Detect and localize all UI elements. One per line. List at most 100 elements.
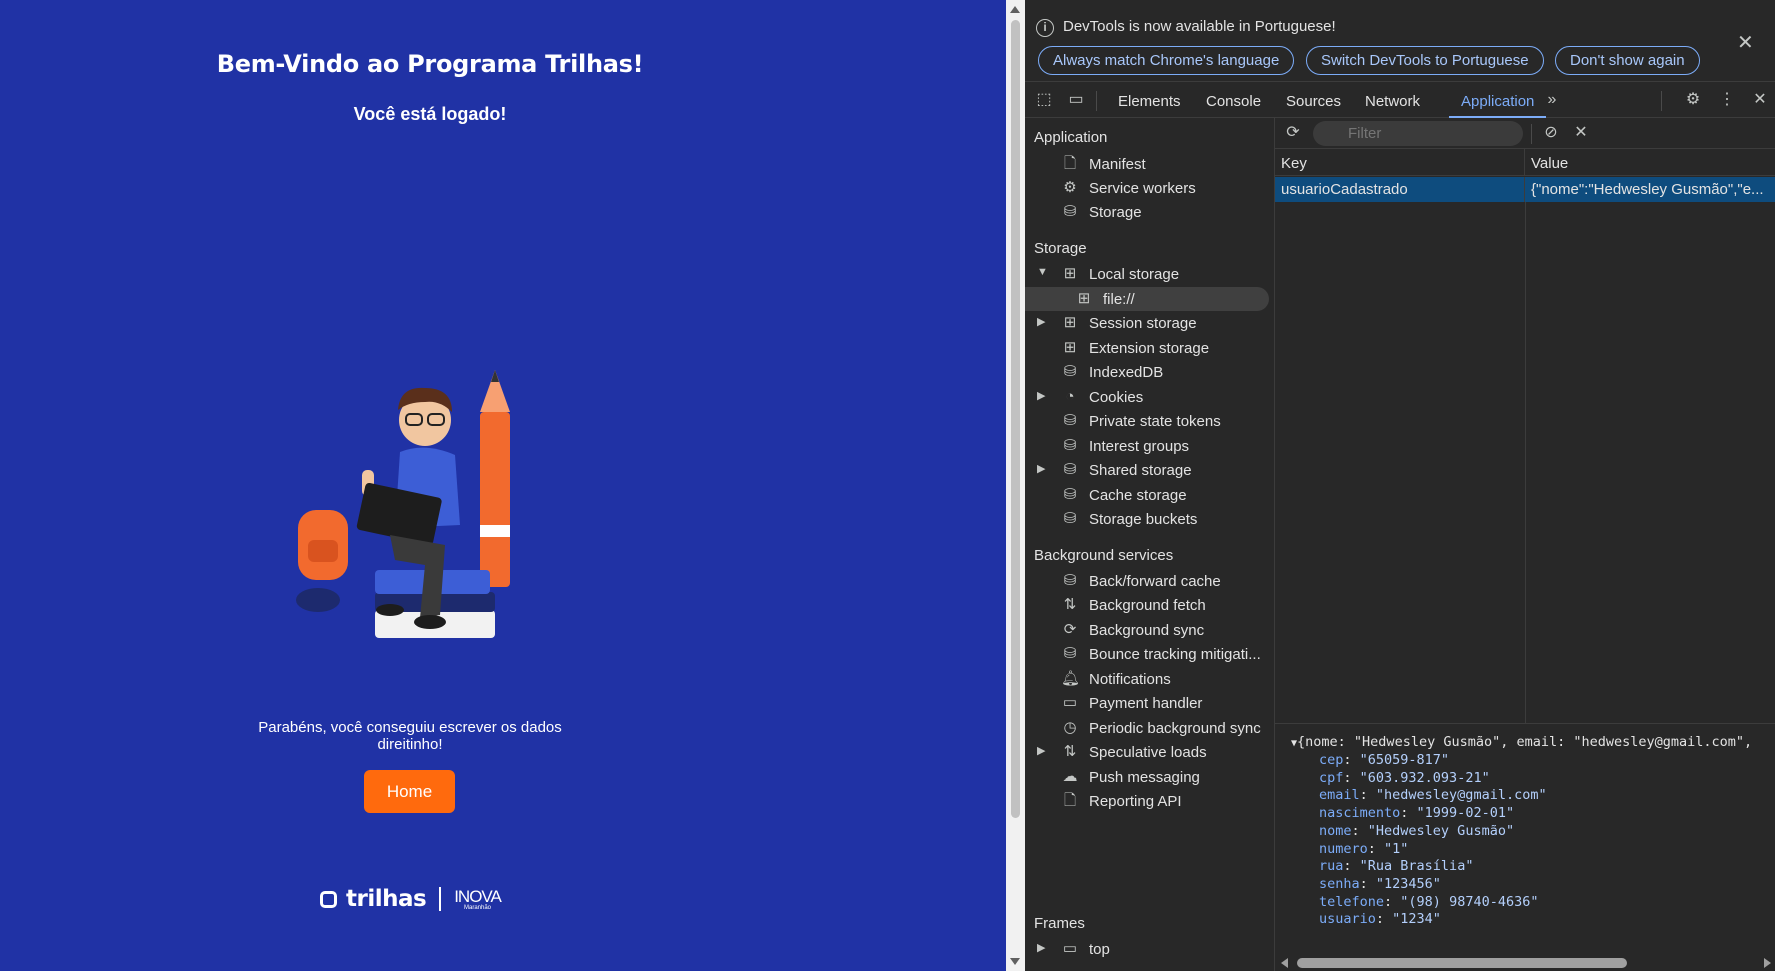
tab-elements[interactable]: Elements xyxy=(1118,83,1181,118)
sync-icon: ⟳ xyxy=(1063,621,1077,638)
column-header-key[interactable]: Key xyxy=(1275,149,1525,176)
preview-field: nome: "Hedwesley Gusmão" xyxy=(1319,822,1515,839)
sidebar-item-cookies[interactable]: ▶ ◔ Cookies xyxy=(1025,385,1269,409)
sidebar-item-back-forward-cache[interactable]: ⛁ Back/forward cache xyxy=(1025,569,1269,593)
sidebar-item-interest-groups[interactable]: ⛁ Interest groups xyxy=(1025,434,1269,458)
trilhas-page: Bem-Vindo ao Programa Trilhas! Você está… xyxy=(0,0,1006,971)
scroll-up-arrow-icon[interactable] xyxy=(1010,6,1020,13)
up-down-arrows-icon: ⇅ xyxy=(1063,743,1077,760)
switch-language-button[interactable]: Switch DevTools to Portuguese xyxy=(1306,46,1544,75)
sidebar-item-bounce-tracking[interactable]: ⛁ Bounce tracking mitigati... xyxy=(1025,642,1269,666)
refresh-icon[interactable]: ⟳ xyxy=(1284,124,1302,142)
more-tabs-chevron-icon[interactable]: » xyxy=(1543,91,1561,109)
sidebar-item-reporting-api[interactable]: 🗋 Reporting API xyxy=(1025,789,1269,813)
info-icon: i xyxy=(1036,19,1054,37)
preview-object-summary[interactable]: ▼{nome: "Hedwesley Gusmão", email: "hedw… xyxy=(1291,734,1752,750)
table-icon: ⊞ xyxy=(1063,265,1077,282)
preview-horizontal-scrollbar[interactable] xyxy=(1275,955,1775,971)
clock-icon: ◷ xyxy=(1063,719,1077,736)
sidebar-item-shared-storage[interactable]: ▶ ⛁ Shared storage xyxy=(1025,458,1269,482)
more-options-icon[interactable]: ⋮ xyxy=(1718,91,1736,109)
application-sidebar: Application 🗋 Manifest ⚙ Service workers ⛁… xyxy=(1025,118,1275,971)
preview-field-value: "123456" xyxy=(1375,875,1441,892)
tab-application[interactable]: Application xyxy=(1449,83,1547,118)
preview-field: rua: "Rua Brasília" xyxy=(1319,858,1474,875)
collapsed-triangle-icon[interactable]: ▶ xyxy=(1037,744,1045,757)
sidebar-item-private-state-tokens[interactable]: ⛁ Private state tokens xyxy=(1025,409,1269,433)
collapsed-triangle-icon[interactable]: ▶ xyxy=(1037,941,1045,954)
tab-console[interactable]: Console xyxy=(1206,83,1261,118)
delete-selected-icon[interactable]: ✕ xyxy=(1572,124,1590,142)
page-scrollbar[interactable] xyxy=(1006,0,1025,971)
database-icon: ⛁ xyxy=(1063,412,1077,429)
sidebar-item-session-storage[interactable]: ▶ ⊞ Session storage xyxy=(1025,311,1269,335)
sidebar-item-speculative-loads[interactable]: ▶ ⇅ Speculative loads xyxy=(1025,740,1269,764)
scroll-down-arrow-icon[interactable] xyxy=(1010,958,1020,965)
tab-divider xyxy=(1096,91,1097,111)
column-divider xyxy=(1525,202,1526,723)
sidebar-item-storage-buckets[interactable]: ⛁ Storage buckets xyxy=(1025,507,1269,531)
sidebar-item-local-storage[interactable]: ▼ ⊞ Local storage xyxy=(1025,262,1269,286)
sidebar-item-notifications[interactable]: 🔔︎ Notifications xyxy=(1025,667,1269,691)
sidebar-item-service-workers[interactable]: ⚙ Service workers xyxy=(1025,176,1269,200)
sidebar-item-storage[interactable]: ⛁ Storage xyxy=(1025,200,1269,224)
section-background-services: Background services xyxy=(1034,547,1174,564)
preview-field-key: nome xyxy=(1319,822,1352,839)
sidebar-item-push-messaging[interactable]: ☁ Push messaging xyxy=(1025,765,1269,789)
device-toolbar-icon[interactable]: ▭ xyxy=(1067,91,1085,109)
sidebar-item-cache-storage[interactable]: ⛁ Cache storage xyxy=(1025,483,1269,507)
close-devtools-icon[interactable]: ✕ xyxy=(1751,91,1769,109)
database-icon: ⛁ xyxy=(1063,461,1077,478)
congrats-message: Parabéns, você conseguiu escrever os dad… xyxy=(258,719,562,753)
scroll-thumb[interactable] xyxy=(1011,20,1020,818)
preview-field-key: cpf xyxy=(1319,769,1344,786)
preview-field-value: "1999-02-01" xyxy=(1416,805,1515,822)
expanded-triangle-icon[interactable]: ▼ xyxy=(1037,266,1048,278)
close-icon[interactable]: ✕ xyxy=(1737,30,1754,55)
row-key[interactable]: usuarioCadastrado xyxy=(1275,177,1525,202)
up-down-arrows-icon: ⇅ xyxy=(1063,596,1077,613)
sidebar-item-manifest[interactable]: 🗋 Manifest xyxy=(1025,152,1269,176)
preview-field-key: senha xyxy=(1319,875,1360,892)
preview-field-value: "1234" xyxy=(1392,911,1441,928)
column-header-value[interactable]: Value xyxy=(1525,149,1775,176)
frame-icon: ▭ xyxy=(1062,940,1078,957)
tab-divider xyxy=(1661,91,1662,111)
scroll-left-arrow-icon[interactable] xyxy=(1281,958,1288,968)
value-preview: ▼{nome: "Hedwesley Gusmão", email: "hedw… xyxy=(1275,723,1775,958)
sidebar-item-background-sync[interactable]: ⟳ Background sync xyxy=(1025,618,1269,642)
dont-show-again-button[interactable]: Don't show again xyxy=(1555,46,1700,75)
devtools-panel: i DevTools is now available in Portugues… xyxy=(1025,0,1775,971)
sidebar-item-extension-storage[interactable]: ⊞ Extension storage xyxy=(1025,336,1269,360)
always-match-language-button[interactable]: Always match Chrome's language xyxy=(1038,46,1295,75)
collapsed-triangle-icon[interactable]: ▶ xyxy=(1037,315,1045,328)
settings-gear-icon[interactable]: ⚙ xyxy=(1684,91,1702,109)
clear-all-icon[interactable]: ⊘ xyxy=(1542,124,1560,142)
preview-field: email: "hedwesley@gmail.com" xyxy=(1319,787,1547,804)
scroll-thumb[interactable] xyxy=(1297,958,1627,968)
sidebar-item-background-fetch[interactable]: ⇅ Background fetch xyxy=(1025,593,1269,617)
tab-sources[interactable]: Sources xyxy=(1286,83,1341,118)
sidebar-item-periodic-background-sync[interactable]: ◷ Periodic background sync xyxy=(1025,716,1269,740)
sidebar-item-local-storage-file[interactable]: ⊞ file:// xyxy=(1025,287,1269,311)
sidebar-item-frame-top[interactable]: ▶ ▭ top xyxy=(1025,937,1269,961)
filter-input[interactable] xyxy=(1313,121,1523,146)
row-value[interactable]: {"nome":"Hedwesley Gusmão","e... xyxy=(1525,177,1775,202)
collapsed-triangle-icon[interactable]: ▶ xyxy=(1037,389,1045,402)
table-row[interactable]: usuarioCadastrado {"nome":"Hedwesley Gus… xyxy=(1275,177,1775,202)
collapsed-triangle-icon[interactable]: ▶ xyxy=(1037,462,1045,475)
preview-field-value: "Hedwesley Gusmão" xyxy=(1367,822,1515,839)
preview-field: numero: "1" xyxy=(1319,840,1409,857)
home-button[interactable]: Home xyxy=(364,770,455,813)
scroll-right-arrow-icon[interactable] xyxy=(1764,958,1771,968)
database-icon: ⛁ xyxy=(1063,486,1077,503)
preview-field-key: telefone xyxy=(1319,893,1385,910)
file-icon: 🗋 xyxy=(1063,792,1077,809)
inspect-element-icon[interactable]: ⬚ xyxy=(1035,91,1053,109)
sidebar-item-payment-handler[interactable]: ▭ Payment handler xyxy=(1025,691,1269,715)
table-icon: ⊞ xyxy=(1063,314,1077,331)
sidebar-item-indexeddb[interactable]: ⛁ IndexedDB xyxy=(1025,360,1269,384)
pencil-shape xyxy=(480,412,510,587)
tab-network[interactable]: Network xyxy=(1365,83,1420,118)
toolbar-divider xyxy=(1531,124,1532,144)
